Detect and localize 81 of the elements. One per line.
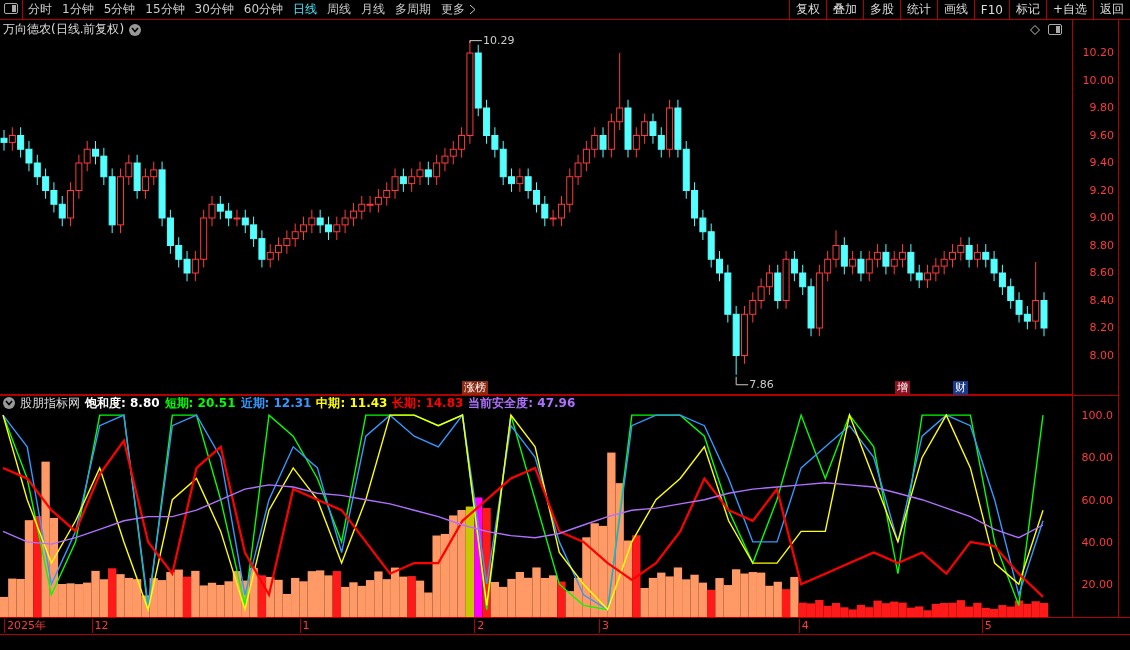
candlestick (516, 168, 524, 193)
period-tab[interactable]: 60分钟 (238, 0, 289, 19)
indicator-reading: 当前安全度: 47.96 (468, 396, 576, 410)
line-series (2, 482, 1044, 545)
more-button[interactable]: 更多 (436, 0, 482, 19)
price-axis-label: 9.60 (1089, 128, 1114, 143)
indicator-reading: 近期: 12.31 (240, 396, 312, 410)
indicator-reading: 中期: 11.43 (316, 396, 388, 410)
candlestick (973, 243, 981, 268)
candlestick (1032, 261, 1040, 330)
price-axis-label: 8.60 (1089, 266, 1114, 280)
toolbar-button[interactable]: 标记 (1008, 0, 1046, 19)
toolbar-button[interactable]: 多股 (862, 0, 900, 19)
indicator-reading: 长期: 14.83 (392, 396, 464, 410)
toolbar-button[interactable]: 画线 (936, 0, 974, 19)
price-axis-label: 9.20 (1089, 183, 1114, 198)
toolbar-button[interactable]: 复权 (788, 0, 826, 19)
layout-toggle-icon[interactable] (4, 3, 18, 14)
indicator-axis-label: 80.00 (1081, 451, 1113, 465)
date-axis-label: 2 (474, 619, 485, 633)
period-tab[interactable]: 周线 (322, 0, 357, 19)
leader-line (469, 40, 483, 44)
leader-line (735, 376, 749, 386)
price-axis-label: 8.00 (1089, 348, 1114, 363)
indicator-axis-label: 100.0 (1081, 409, 1113, 423)
price-axis-label: 9.00 (1089, 211, 1114, 225)
period-tab[interactable]: 30分钟 (189, 0, 239, 19)
candlestick (882, 243, 890, 275)
price-axis-label: 10.20 (1082, 46, 1114, 60)
toolbar-button[interactable]: 返回 (1093, 0, 1130, 19)
toolbar-button[interactable]: F10 (973, 0, 1009, 19)
indicator-axis-label: 60.00 (1081, 493, 1113, 507)
event-marker[interactable]: 财 (952, 381, 968, 395)
period-tab[interactable]: 日线 (288, 0, 323, 19)
candlestick (399, 168, 407, 193)
toolbar-button[interactable]: 叠加 (825, 0, 863, 19)
diamond-icon[interactable] (1030, 25, 1040, 35)
period-tab[interactable]: 分时 (22, 0, 57, 19)
candlestick (233, 209, 241, 227)
high-price-label: 10.29 (482, 33, 515, 48)
price-axis-label: 9.40 (1089, 156, 1114, 170)
toolbar-button[interactable]: 统计 (899, 0, 937, 19)
period-tab[interactable]: 15分钟 (140, 0, 190, 19)
candlestick (840, 236, 848, 275)
period-tab[interactable]: 多周期 (390, 0, 437, 19)
chevron-icon (469, 4, 477, 15)
date-axis-label: 5 (981, 619, 992, 633)
low-price-label: 7.86 (749, 377, 774, 392)
indicator-name: 股朋指标网 (20, 396, 80, 410)
dropdown-icon[interactable] (129, 23, 142, 36)
period-tab[interactable]: 5分钟 (98, 0, 141, 19)
price-axis-label: 8.40 (1089, 293, 1114, 308)
date-axis-label: 4 (798, 619, 809, 633)
candlestick (857, 250, 865, 282)
period-tab[interactable]: 月线 (356, 0, 391, 19)
period-tab[interactable]: 1分钟 (57, 0, 99, 19)
candlestick (0, 129, 8, 152)
price-axis-label: 8.20 (1089, 321, 1114, 335)
date-axis-label: 1 (299, 619, 310, 633)
indicator-reading: 短期: 20.51 (164, 396, 236, 410)
indicator-axis-label: 20.00 (1081, 578, 1113, 592)
candlestick (424, 161, 432, 186)
event-marker[interactable]: 增 (894, 381, 910, 395)
price-axis-label: 9.80 (1089, 101, 1114, 115)
layout-toggle-icon[interactable] (1048, 24, 1062, 35)
date-axis-label: 12 (91, 619, 109, 633)
candlestick (965, 236, 973, 268)
indicator-axis-label: 40.00 (1081, 535, 1113, 549)
indicator-reading: 饱和度: 8.80 (85, 396, 160, 410)
candlestick (599, 126, 607, 158)
dropdown-icon[interactable] (3, 397, 15, 409)
toolbar-button[interactable]: +自选 (1045, 0, 1093, 19)
chart-title: 万向德农(日线.前复权) (3, 21, 125, 38)
line-series (1, 439, 1045, 598)
date-axis-label: 3 (599, 619, 610, 633)
event-marker[interactable]: 涨榜 (461, 381, 488, 395)
price-axis-label: 10.00 (1082, 73, 1114, 88)
price-axis-label: 8.80 (1089, 238, 1114, 253)
candlestick (8, 126, 16, 152)
date-axis-label: 2025年 (4, 619, 46, 633)
candlestick (849, 250, 857, 275)
